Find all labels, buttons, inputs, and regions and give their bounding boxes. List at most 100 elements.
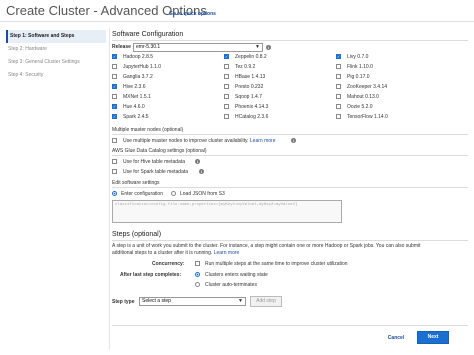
concurrency-checkbox[interactable] — [195, 261, 200, 266]
app-checkbox-hadoop[interactable]: ✓ — [112, 54, 117, 59]
config-textarea[interactable]: classification=config-file-name,properti… — [112, 200, 342, 223]
glue-divider — [112, 155, 468, 156]
app-checkbox-flink[interactable] — [336, 64, 341, 69]
app-label: Sqoop 1.4.7 — [235, 94, 262, 100]
app-label: Hadoop 2.8.5 — [123, 54, 154, 60]
info-icon[interactable]: i — [266, 45, 271, 50]
multi-master-heading: Multiple master nodes (optional) — [112, 127, 184, 133]
nav-step-3[interactable]: Step 3: General Cluster Settings — [6, 56, 106, 69]
steps-description-line1: A step is a unit of work you submit to t… — [112, 243, 421, 249]
app-checkbox-oozie[interactable] — [336, 104, 341, 109]
steps-learn-more[interactable]: Learn more — [214, 250, 240, 256]
info-icon[interactable]: i — [291, 138, 296, 143]
steps-heading: Steps (optional) — [112, 231, 162, 238]
footer-divider — [112, 325, 468, 326]
auto-terminate-radio[interactable] — [195, 282, 200, 287]
multi-master-divider — [112, 134, 468, 135]
release-select-value: emr-5.30.1 — [136, 44, 161, 50]
release-select[interactable]: emr-5.30.1 ▼ — [133, 43, 263, 52]
nav-step-1[interactable]: Step 1: Software and Steps — [6, 30, 106, 43]
software-divider — [112, 40, 468, 41]
waiting-state-radio[interactable] — [195, 272, 200, 277]
app-checkbox-hue[interactable]: ✓ — [112, 104, 117, 109]
app-checkbox-jupyterhub[interactable] — [112, 64, 117, 69]
multi-master-text: Use multiple master nodes to improve clu… — [123, 138, 249, 144]
app-label: TensorFlow 1.14.0 — [347, 114, 388, 120]
edit-settings-divider — [112, 187, 468, 188]
software-config-heading: Software Configuration — [112, 31, 184, 38]
glue-heading: AWS Glue Data Catalog settings (optional… — [112, 148, 207, 154]
app-label: Tez 0.9.2 — [235, 64, 256, 70]
info-icon[interactable]: i — [195, 159, 200, 164]
app-label: Flink 1.10.0 — [347, 64, 373, 70]
app-label: Oozie 5.2.0 — [347, 104, 373, 110]
app-label: Spark 2.4.5 — [123, 114, 149, 120]
app-checkbox-ganglia[interactable] — [112, 74, 117, 79]
nav-step-4[interactable]: Step 4: Security — [6, 69, 106, 82]
steps-description-line2: additional steps to a cluster after it i… — [112, 250, 239, 256]
app-label: Hue 4.6.0 — [123, 104, 145, 110]
info-icon[interactable]: i — [199, 169, 204, 174]
glue-hive-checkbox[interactable] — [112, 159, 117, 164]
auto-terminate-label: Cluster auto-terminates — [205, 282, 257, 288]
concurrency-label: Concurrency: — [152, 261, 185, 267]
app-checkbox-tensorflow[interactable] — [336, 114, 341, 119]
app-checkbox-tez[interactable] — [224, 64, 229, 69]
app-label: Pig 0.17.0 — [347, 74, 370, 80]
waiting-state-label: Clusters enters waiting state — [205, 272, 268, 278]
app-checkbox-sqoop[interactable] — [224, 94, 229, 99]
app-label: Ganglia 3.7.2 — [123, 74, 153, 80]
app-label: HCatalog 2.3.6 — [235, 114, 269, 120]
cancel-button[interactable]: Cancel — [384, 333, 408, 343]
chevron-down-icon: ▼ — [238, 298, 243, 304]
step-type-label: Step type — [112, 299, 135, 305]
chevron-down-icon: ▼ — [255, 44, 260, 50]
app-label: Livy 0.7.0 — [347, 54, 369, 60]
step-type-value: Select a step — [142, 298, 171, 304]
wizard-steps-nav: Step 1: Software and Steps Step 2: Hardw… — [6, 30, 106, 82]
app-checkbox-livy[interactable]: ✓ — [336, 54, 341, 59]
app-label: MXNet 1.5.1 — [123, 94, 151, 100]
edit-settings-heading: Edit software settings — [112, 180, 160, 186]
load-json-radio[interactable] — [171, 191, 176, 196]
glue-spark-label: Use for Spark table metadata — [123, 169, 189, 175]
concurrency-option: Run multiple steps at the same time to i… — [205, 261, 348, 267]
app-checkbox-zookeeper[interactable] — [336, 84, 341, 89]
app-label: Hive 2.3.6 — [123, 84, 146, 90]
app-label: Phoenix 4.14.3 — [235, 104, 269, 110]
load-json-label: Load JSON from S3 — [180, 191, 225, 197]
app-checkbox-presto[interactable] — [224, 84, 229, 89]
multi-master-learn-more[interactable]: Learn more — [250, 138, 276, 144]
app-checkbox-hive[interactable]: ✓ — [112, 84, 117, 89]
app-label: Mahout 0.13.0 — [347, 94, 379, 100]
app-label: ZooKeeper 3.4.14 — [347, 84, 388, 90]
app-checkbox-mxnet[interactable] — [112, 94, 117, 99]
app-checkbox-zeppelin[interactable]: ✓ — [224, 54, 229, 59]
release-label: Release — [112, 44, 131, 50]
app-checkbox-pig[interactable] — [336, 74, 341, 79]
app-label: HBase 1.4.13 — [235, 74, 266, 80]
app-checkbox-hcatalog[interactable] — [224, 114, 229, 119]
steps-description-text: additional steps to a cluster after it i… — [112, 250, 213, 256]
next-button[interactable]: Next — [417, 331, 449, 344]
steps-divider — [112, 240, 468, 241]
nav-step-2[interactable]: Step 2: Hardware — [6, 43, 106, 56]
enter-config-radio[interactable] — [112, 191, 117, 196]
app-checkbox-spark[interactable]: ✓ — [112, 114, 117, 119]
app-label: JupyterHub 1.1.0 — [123, 64, 162, 70]
app-checkbox-phoenix[interactable] — [224, 104, 229, 109]
multi-master-checkbox[interactable] — [112, 138, 117, 143]
app-label: Presto 0.232 — [235, 84, 264, 90]
after-last-step-label: After last step completes: — [120, 272, 182, 278]
add-step-button[interactable]: Add step — [250, 296, 282, 307]
header-divider — [0, 21, 474, 22]
app-checkbox-mahout[interactable] — [336, 94, 341, 99]
app-checkbox-hbase[interactable] — [224, 74, 229, 79]
app-label: Zeppelin 0.8.2 — [235, 54, 267, 60]
nav-divider — [109, 28, 110, 350]
glue-spark-checkbox[interactable] — [112, 169, 117, 174]
step-type-select[interactable]: Select a step ▼ — [139, 297, 246, 306]
enter-config-label: Enter configuration — [121, 191, 163, 197]
multi-master-option: Use multiple master nodes to improve clu… — [123, 138, 275, 144]
quick-options-link[interactable]: Go to quick options — [169, 11, 216, 17]
